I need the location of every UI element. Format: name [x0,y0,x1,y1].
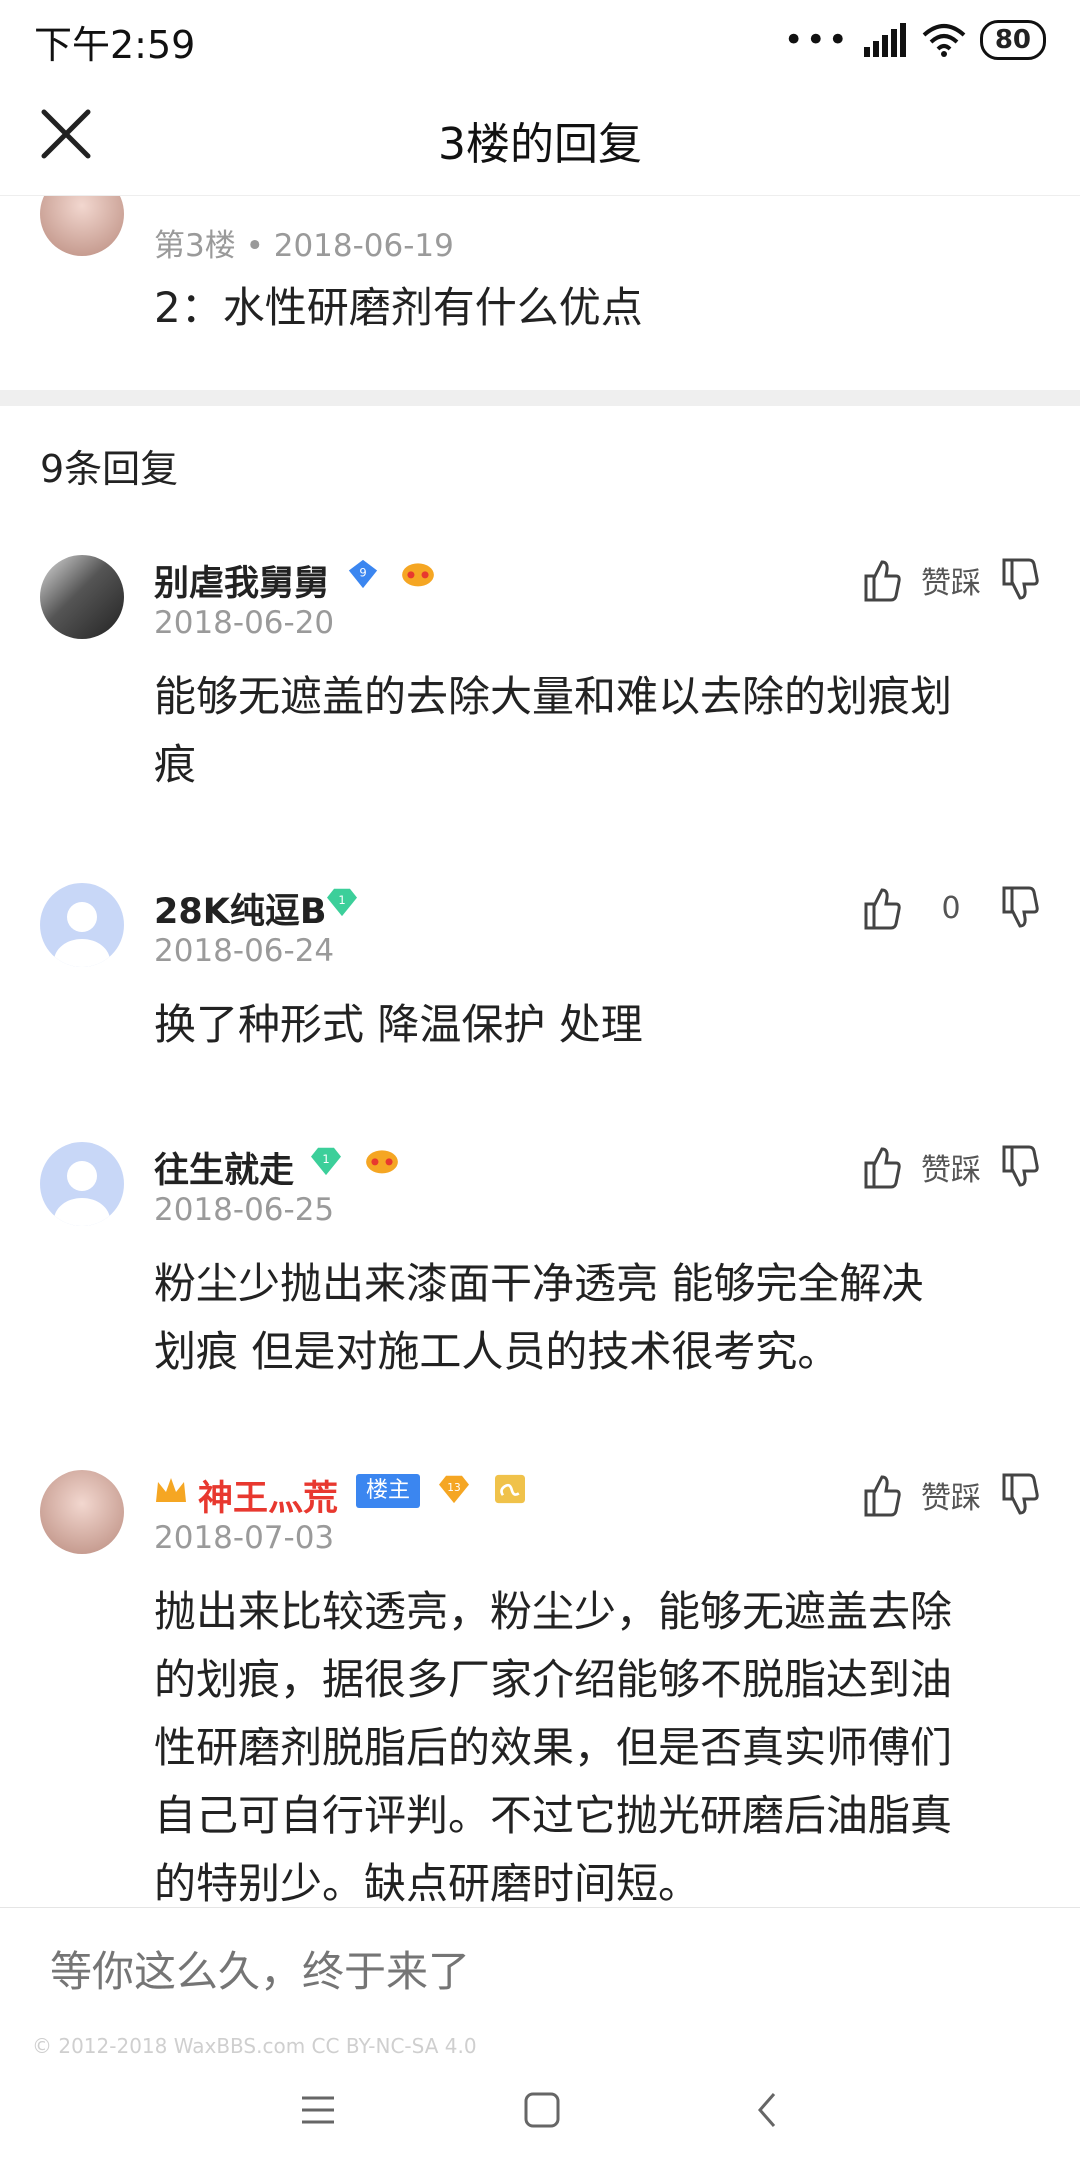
crown-icon [156,1478,186,1502]
vote-controls: 赞踩 [862,1142,1040,1192]
vote-count: 0 [941,890,961,926]
avatar[interactable] [40,1142,124,1226]
level-number: 1 [322,1152,329,1166]
level-number: 9 [359,566,366,580]
default-avatar-icon [54,1161,110,1226]
username[interactable]: 28K纯逗B [154,883,327,934]
username[interactable]: 别虐我舅舅 [154,555,329,606]
page-title: 3楼的回复 [438,119,642,170]
thumbs-up-icon[interactable] [862,558,902,602]
comment-date: 2018-06-20 [154,605,335,641]
gamepad-icon [402,563,434,587]
thumbs-up-icon[interactable] [862,886,902,930]
level-diamond-icon: 1 [327,888,357,917]
thumbs-down-icon[interactable] [1000,886,1040,930]
system-nav-bar [0,2060,1080,2160]
vote-label: 赞踩 [921,566,981,601]
owner-badge: 楼主 [356,1474,421,1508]
section-divider [0,390,1080,406]
thumbs-up-icon[interactable] [862,1145,902,1189]
level-number: 13 [447,1482,460,1494]
top-bar: 3楼的回复 [0,80,1080,196]
reply-input[interactable] [48,1946,952,1997]
vote-controls: 赞踩 [862,1470,1040,1520]
replies-count: 9条回复 [40,447,179,491]
thumbs-down-icon[interactable] [1000,1145,1040,1189]
comment-text: 换了种形式 降温保护 处理 [154,1000,643,1049]
vote-controls: 赞踩 [862,555,1040,605]
back-icon[interactable] [752,2090,782,2130]
home-icon[interactable] [522,2090,562,2130]
menu-icon[interactable] [298,2092,338,2128]
username[interactable]: 往生就走 [154,1142,294,1193]
leo-sign-icon [495,1474,525,1504]
level-number: 1 [338,893,345,907]
status-time: 下午2:59 [34,23,196,67]
comment-date: 2018-07-03 [154,1520,335,1556]
thumbs-down-icon[interactable] [1000,1473,1040,1517]
post-content: 2：水性研磨剂有什么优点 [154,283,643,332]
more-dots-icon: ••• [783,20,850,60]
wifi-icon [922,24,966,57]
thumbs-down-icon[interactable] [1000,558,1040,602]
username[interactable]: 神王灬荒 [198,1470,338,1521]
comment-text: 抛出来比较透亮，粉尘少，能够无遮盖去除 的划痕，据很多厂家介绍能够不脱脂达到油 … [154,1587,953,1908]
battery-icon: 80 [979,20,1046,60]
vote-controls: 0 [862,883,1040,933]
vote-label: 赞踩 [921,1481,981,1516]
comment-date: 2018-06-25 [154,1192,335,1228]
reply-input-bar [0,1907,1080,2032]
thumbs-up-icon[interactable] [862,1473,902,1517]
default-avatar-icon [54,902,110,967]
status-bar: 下午2:59 ••• 80 [0,0,1080,80]
vote-label: 赞踩 [921,1153,981,1188]
comment-date: 2018-06-24 [154,933,335,969]
comment-text: 粉尘少抛出来漆面干净透亮 能够完全解决 划痕 但是对施工人员的技术很考究。 [154,1259,924,1376]
signal-icon [863,23,906,57]
level-diamond-icon: 13 [439,1475,469,1504]
avatar[interactable] [40,555,124,639]
avatar[interactable] [40,1470,124,1554]
comment-text: 能够无遮盖的去除大量和难以去除的划痕划 痕 [154,672,953,789]
level-diamond-icon: 1 [311,1147,341,1176]
status-icons: ••• 80 [784,18,1046,62]
copyright-text: © 2012-2018 WaxBBS.com CC BY-NC-SA 4.0 [32,2034,477,2058]
avatar[interactable] [40,883,124,967]
gamepad-icon [366,1150,398,1174]
level-diamond-icon: 9 [348,559,378,589]
post-meta: 第3楼 • 2018-06-19 [154,228,454,264]
